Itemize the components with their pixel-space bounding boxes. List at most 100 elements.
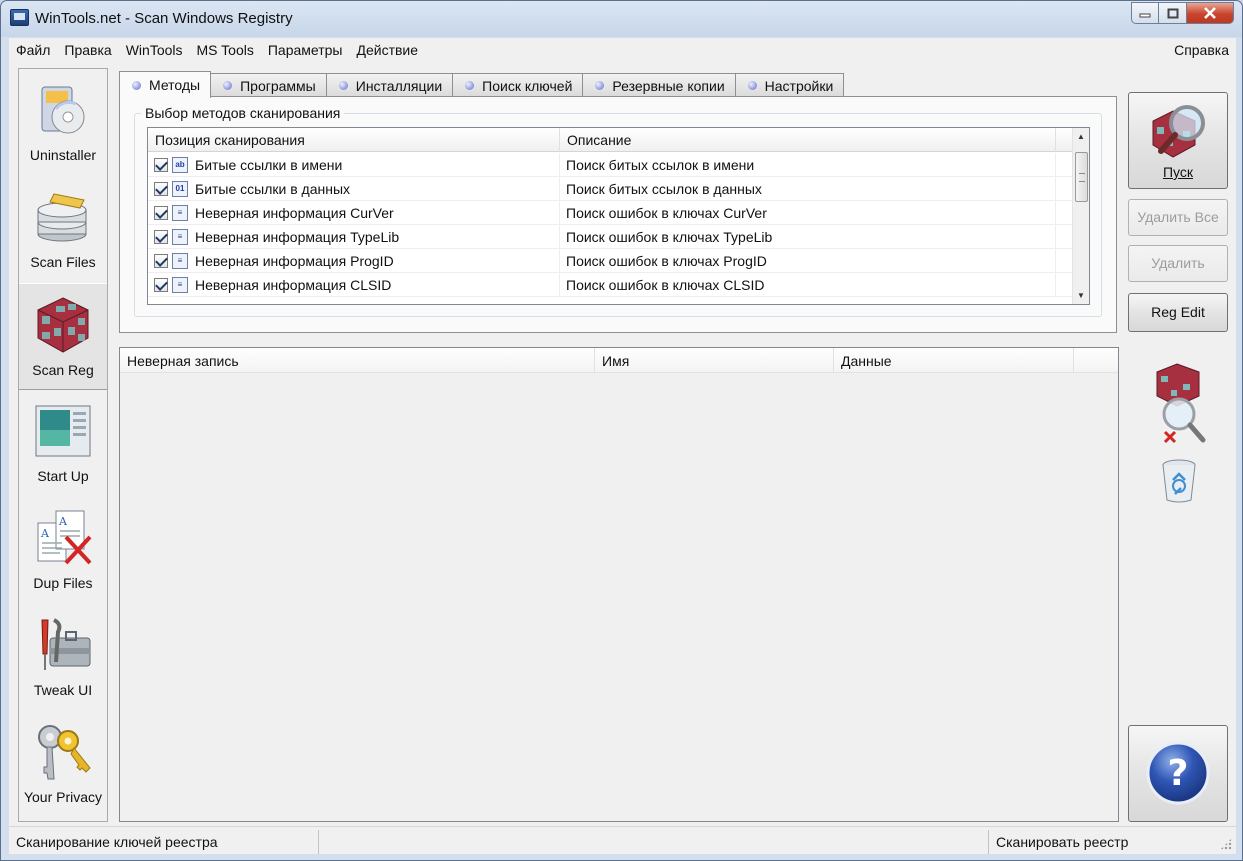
list-item[interactable]: ≡ Неверная информация TypeLib Поиск ошиб… — [148, 225, 1073, 249]
sidebar-item-uninstaller[interactable]: Uninstaller — [19, 69, 107, 176]
sidebar-item-dup-files[interactable]: A A Dup Files — [19, 497, 107, 604]
method-name-cell: ≡ Неверная информация TypeLib — [148, 225, 560, 249]
start-scan-button[interactable]: Пуск — [1128, 92, 1228, 189]
tab-label: Инсталляции — [355, 77, 443, 94]
method-description: Поиск ошибок в ключах TypeLib — [560, 225, 1056, 249]
list-item[interactable]: ≡ Неверная информация CLSID Поиск ошибок… — [148, 273, 1073, 297]
method-name: Неверная информация TypeLib — [195, 229, 400, 245]
list-item[interactable]: 01 Битые ссылки в данных Поиск битых ссы… — [148, 177, 1073, 201]
method-description: Поиск битых ссылок в имени — [560, 153, 1056, 177]
scroll-down-icon[interactable]: ▼ — [1073, 287, 1089, 304]
tab-programs[interactable]: Программы — [210, 73, 327, 97]
bullet-icon — [223, 81, 233, 90]
scan-methods-list[interactable]: Позиция сканирования Описание ab Битые с… — [147, 127, 1090, 305]
bullet-icon — [465, 81, 475, 90]
tools-sidebar: Uninstaller Scan Files Scan Reg Start Up… — [18, 68, 108, 822]
scan-methods-group: Выбор методов сканирования Позиция скани… — [134, 105, 1102, 317]
method-name: Неверная информация ProgID — [195, 253, 394, 269]
sidebar-item-your-privacy[interactable]: Your Privacy — [19, 711, 107, 818]
sidebar-label: Scan Reg — [32, 362, 94, 378]
scan-results-list[interactable]: Неверная запись Имя Данные — [119, 347, 1119, 822]
column-header-invalid-entry[interactable]: Неверная запись — [120, 348, 595, 373]
method-name: Неверная информация CurVer — [195, 205, 394, 221]
menu-parameters[interactable]: Параметры — [261, 42, 350, 58]
menu-ms-tools[interactable]: MS Tools — [190, 42, 261, 58]
maximize-icon — [1167, 8, 1178, 18]
menu-file[interactable]: Файл — [9, 42, 57, 58]
list-item[interactable]: ≡ Неверная информация CurVer Поиск ошибо… — [148, 201, 1073, 225]
minimize-button[interactable] — [1131, 2, 1159, 24]
close-button[interactable] — [1187, 2, 1234, 24]
menu-edit[interactable]: Правка — [57, 42, 118, 58]
tab-methods[interactable]: Методы — [119, 71, 212, 98]
registry-scan-delete-icon — [1156, 363, 1206, 444]
sidebar-label: Tweak UI — [33, 682, 93, 698]
method-checkbox[interactable] — [154, 182, 168, 196]
menu-help[interactable]: Справка — [1167, 42, 1236, 58]
tab-label: Поиск ключей — [482, 77, 573, 94]
sidebar-item-tweak-ui[interactable]: Tweak UI — [19, 604, 107, 711]
sidebar-item-start-up[interactable]: Start Up — [19, 390, 107, 497]
delete-all-button[interactable]: Удалить Все — [1128, 199, 1228, 236]
help-button[interactable]: ? — [1128, 725, 1228, 822]
tab-settings[interactable]: Настройки — [734, 73, 845, 97]
caption-buttons — [1131, 2, 1234, 24]
tab-label: Резервные копии — [612, 77, 725, 94]
column-header-scan-position[interactable]: Позиция сканирования — [148, 128, 560, 152]
method-name-cell: ≡ Неверная информация ProgID — [148, 249, 560, 273]
methods-tab-panel: Выбор методов сканирования Позиция скани… — [119, 96, 1117, 333]
list-item[interactable]: ≡ Неверная информация ProgID Поиск ошибо… — [148, 249, 1073, 273]
method-checkbox[interactable] — [154, 254, 168, 268]
method-checkbox[interactable] — [154, 158, 168, 172]
results-header: Неверная запись Имя Данные — [120, 348, 1118, 373]
method-checkbox[interactable] — [154, 230, 168, 244]
method-name-cell: 01 Битые ссылки в данных — [148, 177, 560, 201]
tab-backups[interactable]: Резервные копии — [582, 73, 736, 97]
minimize-icon — [1139, 13, 1151, 18]
sidebar-item-scan-files[interactable]: Scan Files — [19, 176, 107, 283]
menu-action[interactable]: Действие — [349, 42, 425, 58]
app-icon — [10, 9, 29, 26]
scroll-up-icon[interactable]: ▲ — [1073, 128, 1089, 145]
bullet-icon — [747, 81, 757, 90]
method-description: Поиск ошибок в ключах CLSID — [560, 273, 1056, 297]
column-header-description[interactable]: Описание — [560, 128, 1056, 152]
recycle-bin-icon — [1162, 459, 1196, 503]
method-name-cell: ≡ Неверная информация CurVer — [148, 201, 560, 225]
app-window: WinTools.net - Scan Windows Registry Фай… — [0, 0, 1243, 861]
reg-edit-button[interactable]: Reg Edit — [1128, 293, 1228, 332]
registry-key-icon: ≡ — [172, 205, 188, 221]
column-header-name[interactable]: Имя — [595, 348, 834, 373]
sidebar-label: Dup Files — [33, 575, 93, 591]
resize-grip[interactable] — [1220, 838, 1232, 850]
start-label: Пуск — [1162, 164, 1194, 180]
scan-magnifier-icon — [1152, 105, 1205, 158]
list-item[interactable]: ab Битые ссылки в имени Поиск битых ссыл… — [148, 153, 1073, 177]
privacy-keys-icon — [38, 725, 91, 780]
menu-wintools[interactable]: WinTools — [119, 42, 190, 58]
delete-button[interactable]: Удалить — [1128, 245, 1228, 282]
column-header-data[interactable]: Данные — [834, 348, 1074, 373]
method-checkbox[interactable] — [154, 278, 168, 292]
bullet-icon — [595, 81, 605, 90]
scrollbar-thumb[interactable] — [1075, 152, 1088, 202]
tab-label: Настройки — [764, 77, 834, 94]
tab-key-search[interactable]: Поиск ключей — [452, 73, 584, 97]
maximize-button[interactable] — [1159, 2, 1187, 24]
tweak-ui-icon — [41, 618, 91, 670]
help-question-icon: ? — [1146, 741, 1210, 805]
list-scrollbar[interactable]: ▲ ▼ — [1072, 128, 1089, 304]
bullet-icon — [338, 81, 348, 90]
method-checkbox[interactable] — [154, 206, 168, 220]
title-bar[interactable]: WinTools.net - Scan Windows Registry — [1, 1, 1242, 37]
registry-key-icon: ≡ — [172, 277, 188, 293]
method-name-cell: ≡ Неверная информация CLSID — [148, 273, 560, 297]
dup-files-icon: A A — [37, 510, 92, 565]
status-middle — [319, 830, 989, 854]
menu-bar: Файл Правка WinTools MS Tools Параметры … — [9, 38, 1236, 62]
list-header: Позиция сканирования Описание — [148, 128, 1073, 152]
tab-installations[interactable]: Инсталляции — [325, 73, 454, 97]
status-left: Сканирование ключей реестра — [9, 830, 319, 854]
sidebar-item-scan-reg[interactable]: Scan Reg — [19, 283, 107, 390]
sidebar-label: Scan Files — [30, 254, 96, 270]
